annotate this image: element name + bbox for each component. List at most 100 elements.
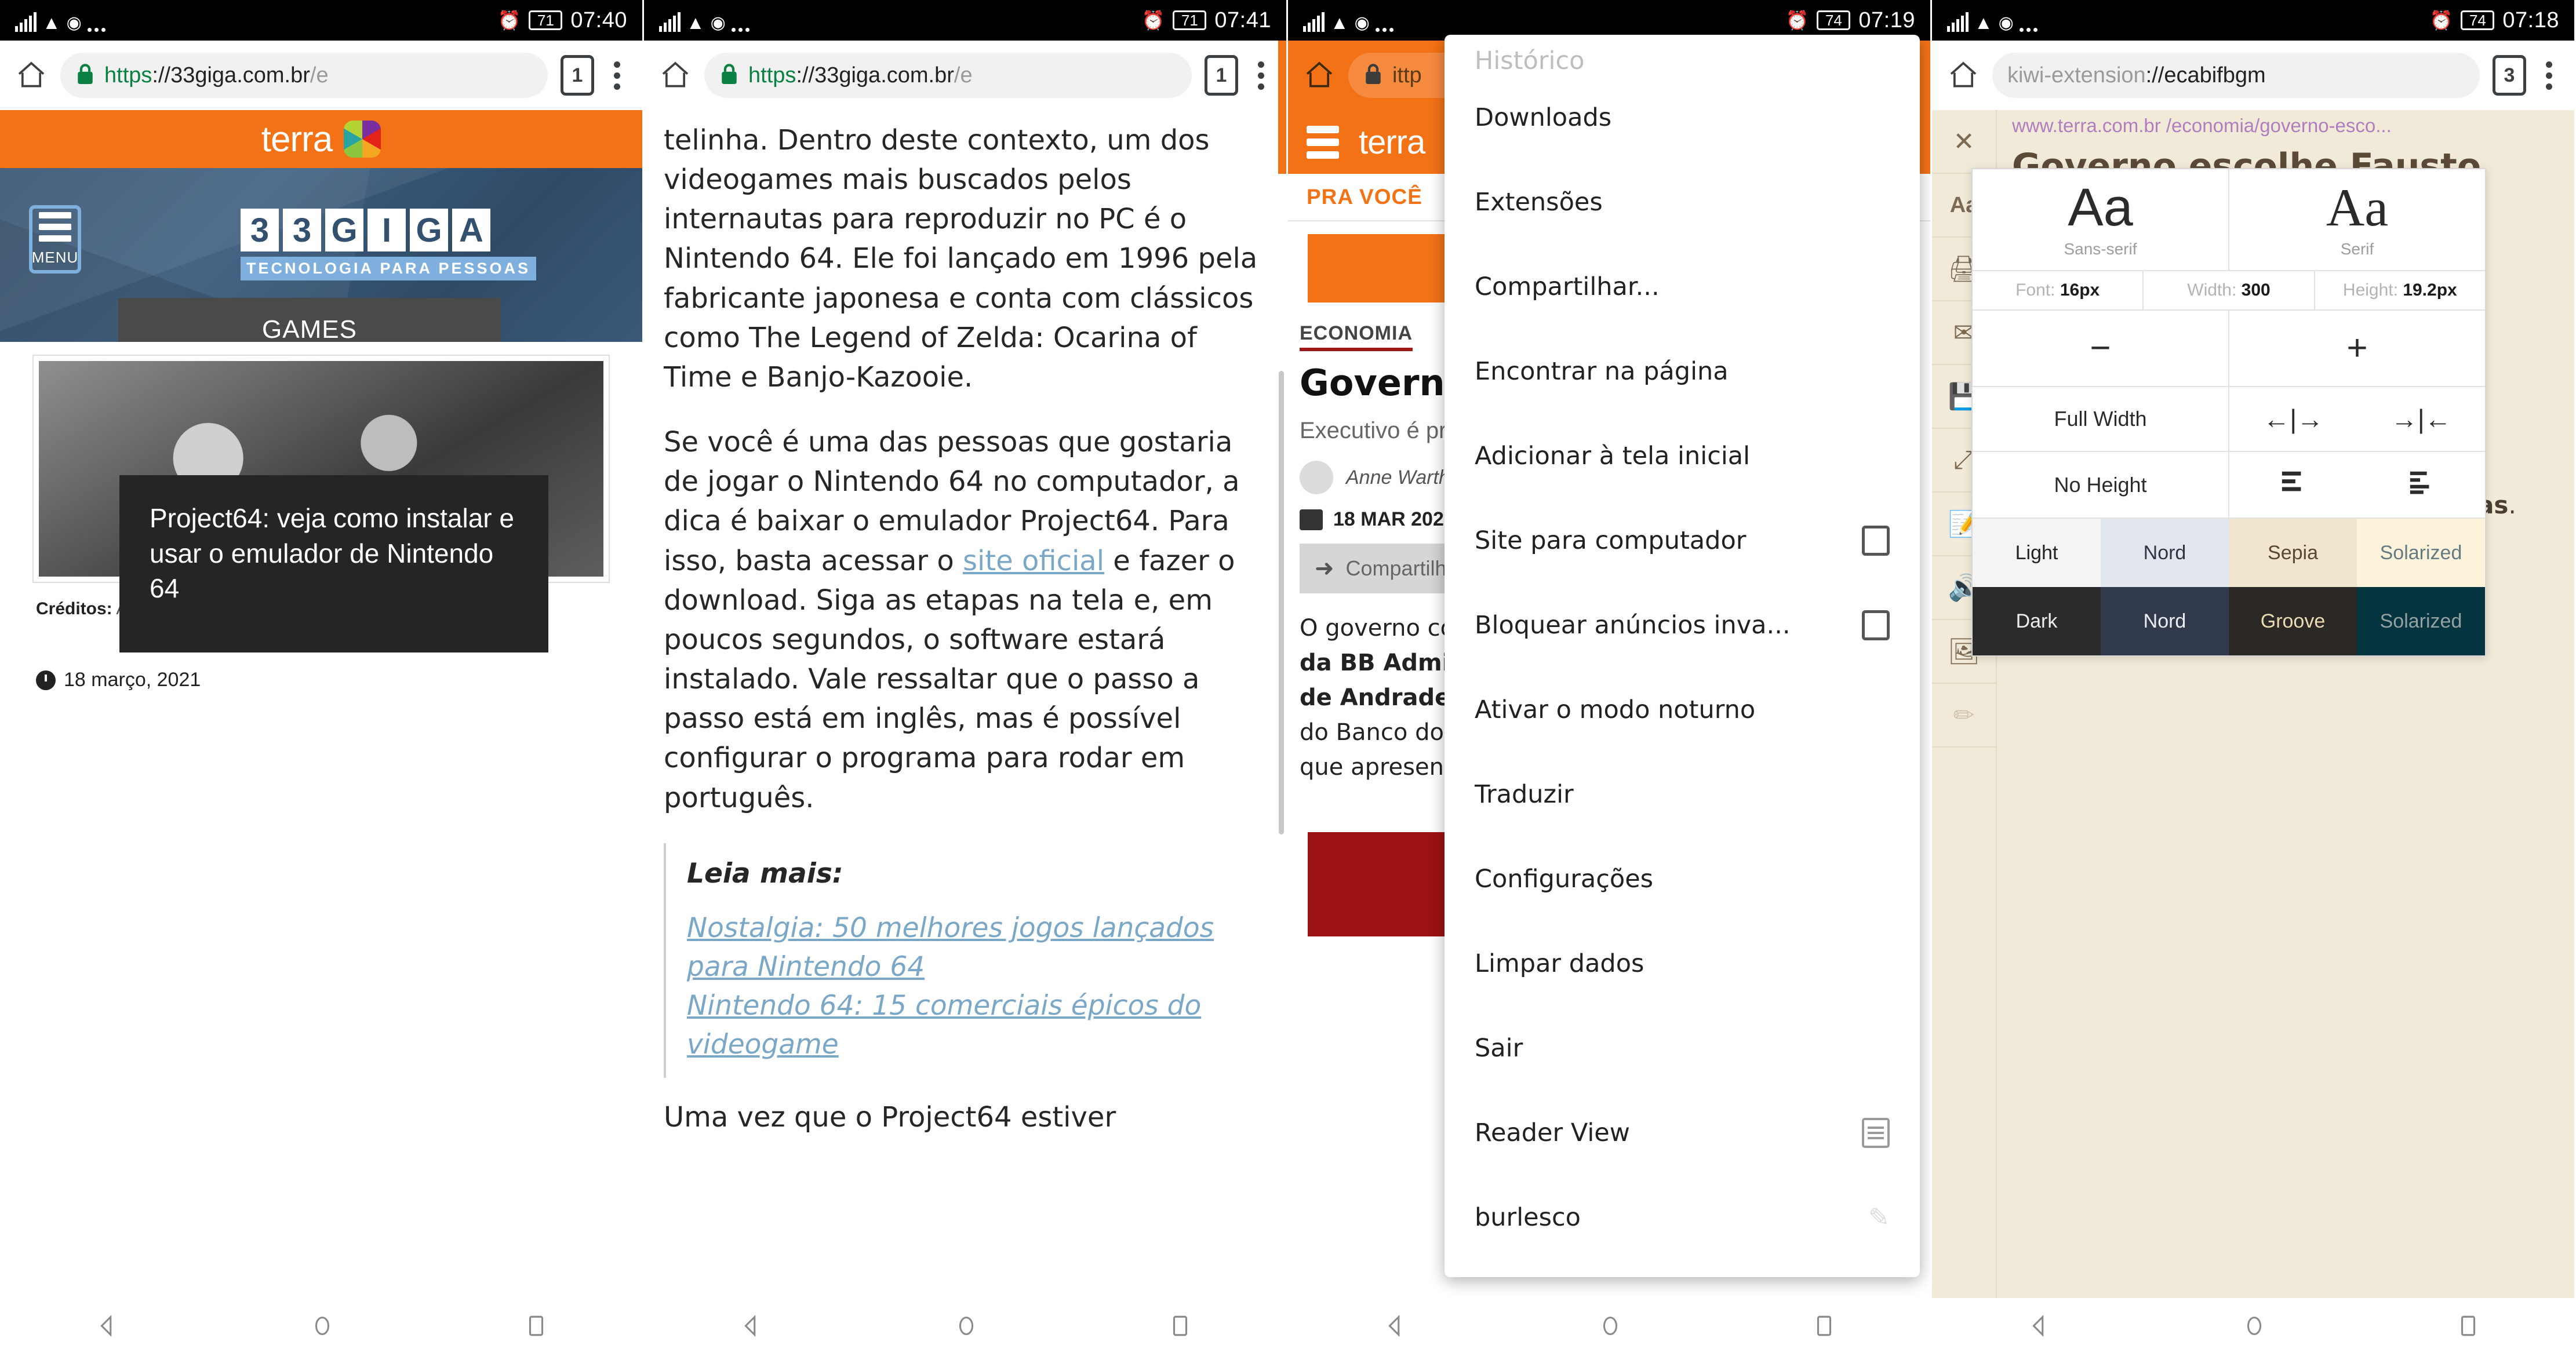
menu-item-limpar-dados[interactable]: Limpar dados [1445, 921, 1920, 1006]
metric-width: Width: 300 [2144, 271, 2315, 309]
tab-counter[interactable]: 1 [1205, 55, 1238, 96]
width-controls-row: Full Width ←|→ →|← [1973, 387, 2485, 452]
33giga-logo: 3 3 G I G A TECNOLOGIA PARA PESSOAS [241, 209, 537, 280]
close-icon[interactable]: ✕ [1932, 110, 1996, 174]
menu-item-configuracoes[interactable]: Configurações [1445, 837, 1920, 921]
home-icon[interactable] [1303, 59, 1336, 92]
menu-item-label: Reader View [1475, 1118, 1630, 1147]
address-bar[interactable]: https://33giga.com.br/e [704, 53, 1192, 98]
plus-icon: + [2346, 328, 2368, 368]
nav-back-icon[interactable] [94, 1313, 121, 1342]
menu-item-downloads[interactable]: Downloads [1445, 75, 1920, 160]
tab-counter[interactable]: 3 [2493, 55, 2526, 96]
paragraph-2: Se você é uma das pessoas que gostaria d… [664, 422, 1267, 818]
nav-recents-icon[interactable] [2456, 1313, 2480, 1342]
article-overlay-title[interactable]: Project64: veja como instalar e usar o e… [119, 475, 548, 653]
line-height-tight-icon[interactable] [2406, 468, 2436, 501]
logo-tile: G [325, 209, 363, 251]
home-icon[interactable] [1947, 59, 1980, 92]
article-card: Project64: veja como instalar e usar o e… [12, 342, 631, 691]
alarm-icon: ⏰ [1785, 10, 1809, 31]
overflow-menu-icon[interactable] [2539, 61, 2559, 90]
lock-icon [719, 63, 739, 89]
lock-icon [1363, 63, 1383, 89]
font-size-stepper-row: − + [1973, 311, 2485, 387]
reader-settings-popup: Aa Sans-serif Aa Serif Font: 16px Width:… [1971, 168, 2486, 657]
font-sans-serif-option[interactable]: Aa Sans-serif [1973, 169, 2229, 270]
menu-item-adicionar-tela-inicial[interactable]: Adicionar à tela inicial [1445, 414, 1920, 498]
nav-home-icon[interactable] [1597, 1313, 1624, 1342]
nav-home-icon[interactable] [953, 1313, 980, 1342]
theme-dark[interactable]: Dark [1973, 587, 2101, 655]
menu-item-encontrar-na-pagina[interactable]: Encontrar na página [1445, 329, 1920, 414]
checkbox-unchecked-icon[interactable] [1862, 610, 1890, 640]
nav-recents-icon[interactable] [524, 1313, 548, 1342]
leia-mais-link[interactable]: Nostalgia: 50 melhores jogos lançados pa… [687, 909, 1267, 986]
nav-home-icon[interactable] [309, 1313, 336, 1342]
theme-solarized-light[interactable]: Solarized [2357, 519, 2485, 587]
theme-light[interactable]: Light [1973, 519, 2101, 587]
pencil-icon[interactable]: ✏ [1932, 684, 1996, 748]
menu-item-site-para-computador[interactable]: Site para computador [1445, 498, 1920, 583]
theme-nord-light[interactable]: Nord [2101, 519, 2229, 587]
font-serif-option[interactable]: Aa Serif [2229, 169, 2485, 270]
status-bar: ▲ ◉ ⏰ 74 07:18 [1932, 0, 2574, 41]
nav-recents-icon[interactable] [1812, 1313, 1836, 1342]
avatar [1300, 461, 1333, 495]
menu-item-sair[interactable]: Sair [1445, 1006, 1920, 1091]
home-icon[interactable] [659, 59, 692, 92]
status-left-icons: ▲ ◉ [15, 9, 105, 32]
theme-groove[interactable]: Groove [2229, 587, 2357, 655]
checkbox-unchecked-icon[interactable] [1862, 526, 1890, 556]
menu-item-bloquear-anuncios[interactable]: Bloquear anúncios inva... [1445, 583, 1920, 668]
overflow-menu-icon[interactable] [1251, 61, 1271, 90]
article-kicker[interactable]: ECONOMIA [1300, 322, 1413, 351]
theme-solarized-dark[interactable]: Solarized [2357, 587, 2485, 655]
menu-item-modo-noturno[interactable]: Ativar o modo noturno [1445, 668, 1920, 752]
theme-nord-dark[interactable]: Nord [2101, 587, 2229, 655]
status-left-icons: ▲ ◉ [1303, 9, 1393, 32]
leia-mais-link[interactable]: Nintendo 64: 15 comerciais épicos do vid… [687, 987, 1267, 1064]
nav-back-icon[interactable] [2026, 1313, 2053, 1342]
font-family-row: Aa Sans-serif Aa Serif [1973, 169, 2485, 271]
home-icon[interactable] [15, 59, 48, 92]
address-bar[interactable]: kiwi-extension://ecabifbgm [1992, 53, 2480, 98]
no-height-button[interactable]: No Height [1973, 452, 2229, 517]
scrollbar-thumb[interactable] [1279, 371, 1284, 834]
site-hamburger-icon[interactable] [1307, 125, 1339, 159]
shrink-width-icon[interactable]: →|← [2391, 403, 2451, 435]
overflow-menu-icon[interactable] [607, 61, 627, 90]
decrease-font-button[interactable]: − [1973, 311, 2229, 386]
panel-1-33giga-article: ▲ ◉ ⏰ 71 07:40 https://33giga.com.br/e 1 [0, 0, 644, 1356]
menu-item-label: Bloquear anúncios inva... [1475, 611, 1791, 640]
menu-item-burlesco[interactable]: burlesco ✎ [1445, 1175, 1920, 1260]
full-width-button[interactable]: Full Width [1973, 387, 2229, 451]
nav-recents-icon[interactable] [1168, 1313, 1192, 1342]
site-oficial-link[interactable]: site oficial [963, 545, 1104, 577]
status-right: ⏰ 71 07:40 [498, 8, 627, 33]
menu-item-extensoes[interactable]: Extensões [1445, 160, 1920, 245]
terra-logo-icon [344, 121, 381, 158]
tab-counter[interactable]: 1 [561, 55, 594, 96]
nav-back-icon[interactable] [1382, 1313, 1409, 1342]
nav-back-icon[interactable] [738, 1313, 765, 1342]
browser-toolbar: https://33giga.com.br/e 1 [0, 41, 642, 110]
menu-item-reader-view[interactable]: Reader View [1445, 1091, 1920, 1175]
logo-tile: 3 [241, 209, 279, 251]
metric-height: Height: 19.2px [2315, 271, 2485, 309]
nav-home-icon[interactable] [2241, 1313, 2268, 1342]
menu-item-traduzir[interactable]: Traduzir [1445, 752, 1920, 837]
url-text: kiwi-extension://ecabifbgm [2007, 63, 2266, 88]
logo-tile: A [452, 209, 490, 251]
menu-item-historico[interactable]: Histórico [1445, 35, 1920, 75]
site-menu-button[interactable]: MENU [29, 205, 81, 274]
no-height-label: No Height [2054, 472, 2147, 497]
expand-width-icon[interactable]: ←|→ [2263, 403, 2323, 435]
menu-item-compartilhar[interactable]: Compartilhar... [1445, 245, 1920, 329]
address-bar[interactable]: https://33giga.com.br/e [60, 53, 548, 98]
hamburger-line [39, 235, 71, 242]
status-clock: 07:18 [2502, 8, 2559, 32]
theme-sepia[interactable]: Sepia [2229, 519, 2357, 587]
line-height-loose-icon[interactable] [2278, 468, 2308, 501]
increase-font-button[interactable]: + [2229, 311, 2485, 386]
